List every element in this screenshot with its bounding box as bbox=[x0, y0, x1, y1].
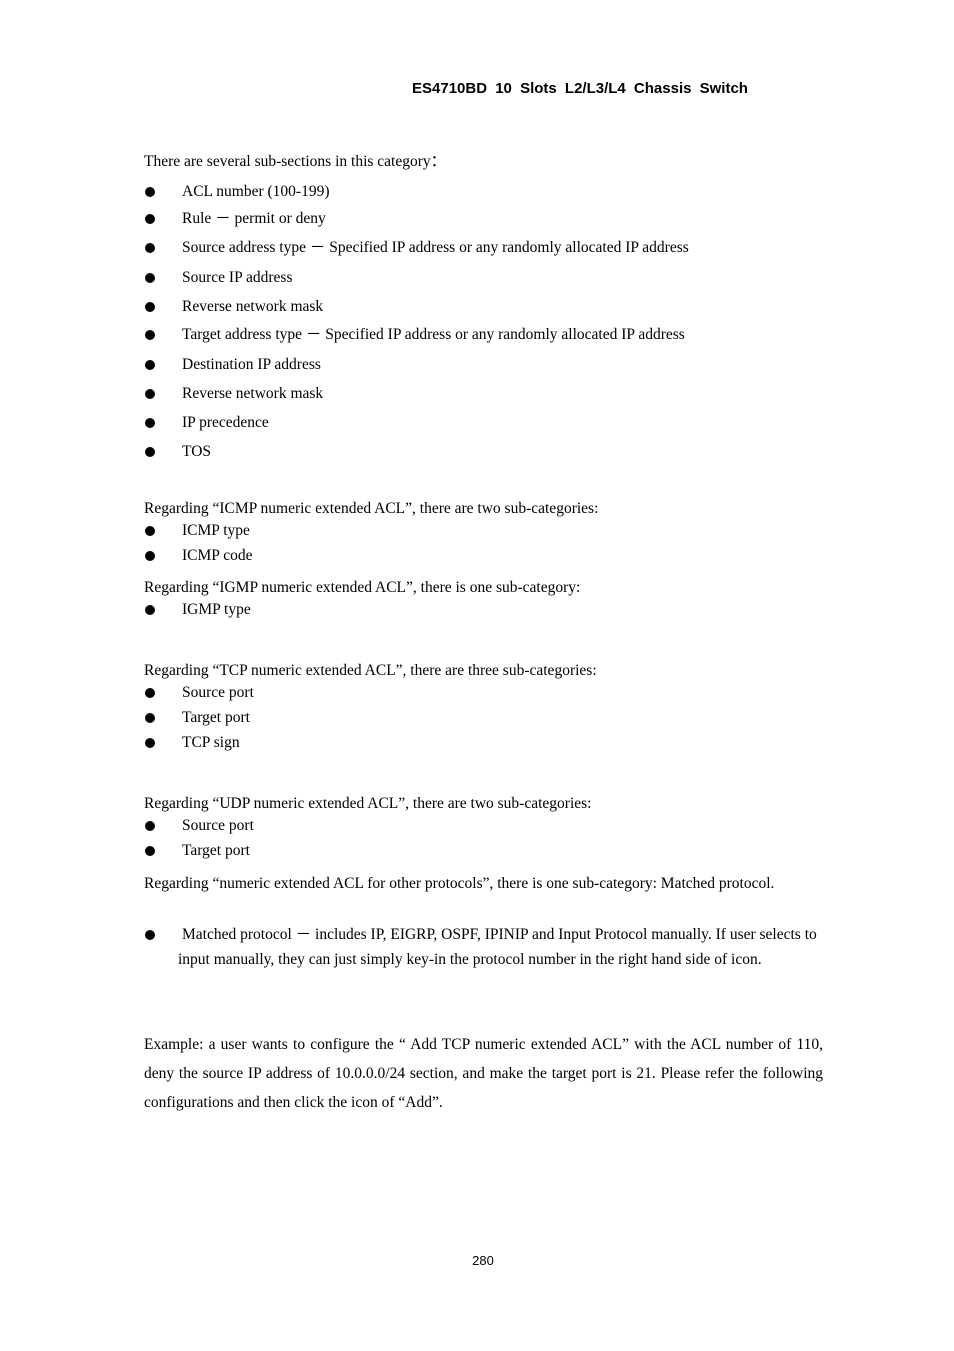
bullet-icon bbox=[145, 526, 155, 536]
bullet-icon bbox=[145, 360, 155, 370]
bullet-icon bbox=[145, 273, 155, 283]
bullet-icon bbox=[145, 605, 155, 615]
intro-paragraph: There are several sub-sections in this c… bbox=[144, 153, 447, 170]
example-paragraph: Example: a user wants to configure the “… bbox=[144, 1036, 823, 1111]
list-item: Matched protocol － includes IP, EIGRP, O… bbox=[144, 922, 823, 972]
bullet-icon bbox=[145, 551, 155, 561]
bullet-icon bbox=[145, 389, 155, 399]
document-header-title: ES4710BD 10 Slots L2/L3/L4 Chassis Switc… bbox=[412, 80, 748, 97]
tcp-paragraph: Regarding “TCP numeric extended ACL”, th… bbox=[144, 662, 597, 679]
bullet-icon bbox=[145, 447, 155, 457]
bullet-icon bbox=[145, 821, 155, 831]
bullet-icon bbox=[145, 846, 155, 856]
bullet-icon bbox=[145, 330, 155, 340]
bullet-icon bbox=[145, 688, 155, 698]
bullet-icon bbox=[145, 930, 155, 940]
bullet-icon bbox=[145, 214, 155, 224]
bullet-icon bbox=[145, 302, 155, 312]
udp-paragraph: Regarding “UDP numeric extended ACL”, th… bbox=[144, 795, 592, 812]
bullet-icon bbox=[145, 713, 155, 723]
bullet-icon bbox=[145, 187, 155, 197]
bullet-icon bbox=[145, 243, 155, 253]
icmp-paragraph: Regarding “ICMP numeric extended ACL”, t… bbox=[144, 500, 599, 517]
page-number: 280 bbox=[472, 1253, 494, 1268]
other-protocols-paragraph: Regarding “numeric extended ACL for othe… bbox=[144, 875, 775, 892]
igmp-paragraph: Regarding “IGMP numeric extended ACL”, t… bbox=[144, 579, 581, 596]
bullet-icon bbox=[145, 418, 155, 428]
bullet-icon bbox=[145, 738, 155, 748]
